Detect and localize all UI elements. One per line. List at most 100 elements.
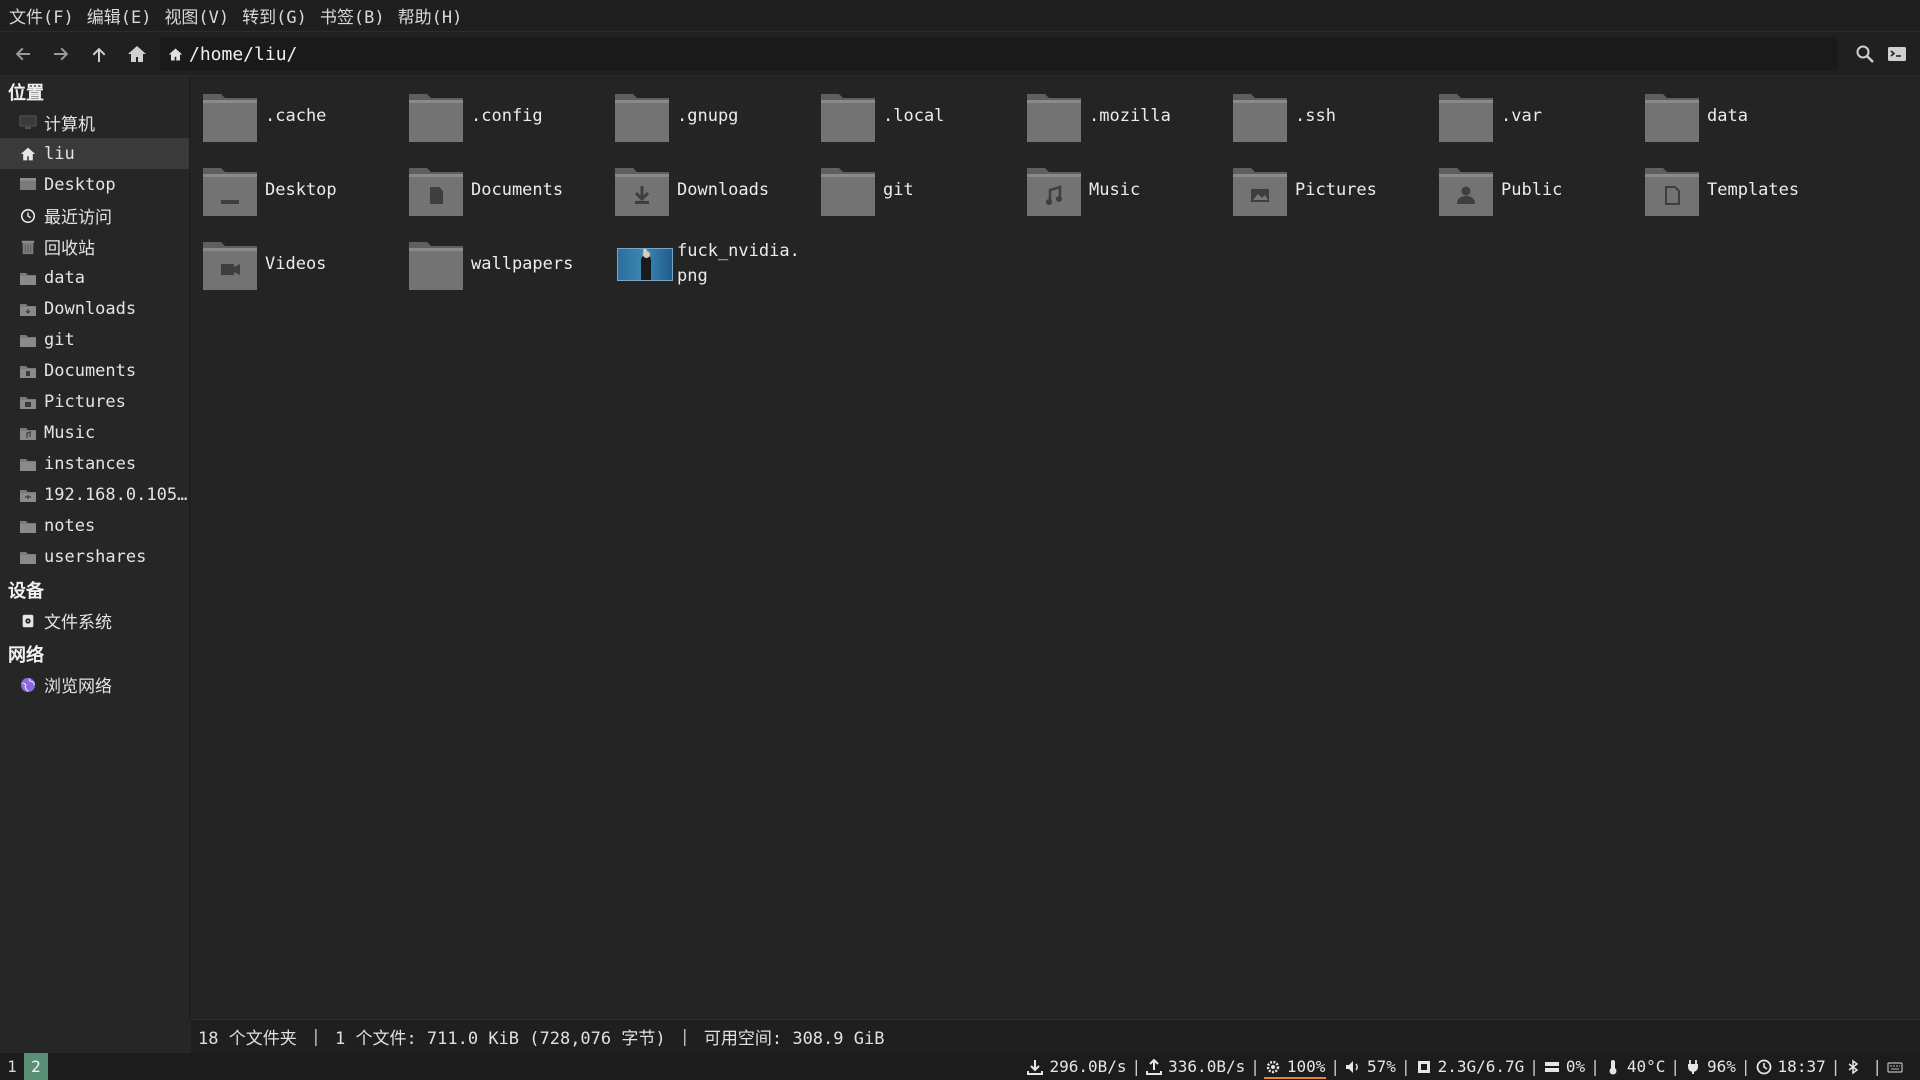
sidebar-item-pictures[interactable]: Pictures <box>0 386 189 417</box>
status-free-space: 可用空间: 308.9 GiB <box>703 1029 885 1049</box>
menu-item-5[interactable]: 帮助(H) <box>395 3 473 28</box>
folder-documents-icon <box>18 362 38 380</box>
folder-icon <box>18 517 38 535</box>
folder-item[interactable]: .local <box>809 83 1015 149</box>
folder-item[interactable]: Documents <box>397 157 603 223</box>
folder-item[interactable]: git <box>809 157 1015 223</box>
clock-icon <box>18 207 38 225</box>
workspace-1[interactable]: 1 <box>0 1053 24 1080</box>
panel-module-upload[interactable]: 336.0B/s <box>1143 1053 1248 1080</box>
panel-module-value: 0% <box>1565 1057 1586 1076</box>
panel-module-download[interactable]: 296.0B/s <box>1024 1053 1129 1080</box>
status-selection: 1 个文件: 711.0 KiB (728,076 字节) <box>334 1029 666 1049</box>
menu-item-0[interactable]: 文件(F) <box>6 3 84 28</box>
sidebar-item-data[interactable]: data <box>0 262 189 293</box>
folder-item[interactable]: .mozilla <box>1015 83 1221 149</box>
folder-item[interactable]: Public <box>1427 157 1633 223</box>
sidebar-item-desktop[interactable]: Desktop <box>0 169 189 200</box>
panel-module-memory[interactable]: 2.3G/6.7G <box>1413 1053 1528 1080</box>
folder-desktop-icon <box>201 162 259 218</box>
panel-module-volume[interactable]: 57% <box>1342 1053 1399 1080</box>
trash-icon <box>18 238 38 256</box>
folder-none-icon <box>613 88 671 144</box>
folder-picture-icon <box>1231 162 1289 218</box>
file-name: wallpapers <box>471 253 574 274</box>
folder-item[interactable]: .config <box>397 83 603 149</box>
location-path: /home/liu/ <box>189 43 298 65</box>
folder-icon <box>18 269 38 287</box>
sidebar-item-label: Pictures <box>44 391 126 412</box>
home-icon <box>18 145 38 163</box>
menu-item-3[interactable]: 转到(G) <box>239 3 317 28</box>
home-button[interactable] <box>118 36 156 72</box>
status-folder-count: 18 个文件夹 <box>198 1029 297 1049</box>
home-icon <box>168 48 183 60</box>
panel-module-clock[interactable]: 18:37 <box>1753 1053 1829 1080</box>
folder-item[interactable]: Downloads <box>603 157 809 223</box>
folder-item[interactable]: Templates <box>1633 157 1839 223</box>
panel-separator: | <box>1250 1057 1260 1076</box>
sidebar-item-usershares[interactable]: usershares <box>0 541 189 572</box>
panel-module-thermometer[interactable]: 40°C <box>1602 1053 1669 1080</box>
sidebar-item-label: 文件系统 <box>44 613 112 633</box>
folder-item[interactable]: wallpapers <box>397 231 603 297</box>
folder-item[interactable]: .gnupg <box>603 83 809 149</box>
sidebar-item--[interactable]: 浏览网络 <box>0 669 189 700</box>
sidebar-item-label: Downloads <box>44 298 137 319</box>
file-name: Desktop <box>265 179 337 200</box>
menu-item-2[interactable]: 视图(V) <box>161 3 239 28</box>
sidebar-item-git[interactable]: git <box>0 324 189 355</box>
folder-item[interactable]: Music <box>1015 157 1221 223</box>
sidebar-item-music[interactable]: Music <box>0 417 189 448</box>
panel-module-battery-plug[interactable]: 96% <box>1682 1053 1739 1080</box>
download-icon <box>1027 1059 1049 1075</box>
folder-none-icon <box>1025 88 1083 144</box>
panel-separator: | <box>1872 1057 1882 1076</box>
sidebar-item--[interactable]: 计算机 <box>0 107 189 138</box>
panel-module-bluetooth[interactable] <box>1842 1053 1870 1080</box>
sidebar-item-instances[interactable]: instances <box>0 448 189 479</box>
network-globe-icon <box>18 676 38 694</box>
panel-module-cpu-gear[interactable]: 100% <box>1262 1053 1329 1080</box>
sidebar-item-downloads[interactable]: Downloads <box>0 293 189 324</box>
sidebar-item-192-168-0-105-[interactable]: 192.168.0.105... <box>0 479 189 510</box>
folder-template-icon <box>1643 162 1701 218</box>
file-name: .gnupg <box>677 105 739 126</box>
panel-module-disk[interactable]: 0% <box>1541 1053 1588 1080</box>
panel-module-value: 100% <box>1286 1057 1326 1076</box>
folder-item[interactable]: data <box>1633 83 1839 149</box>
folder-music-icon <box>18 424 38 442</box>
location-bar[interactable]: /home/liu/ <box>160 37 1838 71</box>
up-button[interactable] <box>80 36 118 72</box>
panel-separator: | <box>1590 1057 1600 1076</box>
sidebar-item--[interactable]: 回收站 <box>0 231 189 262</box>
menu-item-4[interactable]: 书签(B) <box>317 3 395 28</box>
folder-item[interactable]: .var <box>1427 83 1633 149</box>
folder-item[interactable]: Pictures <box>1221 157 1427 223</box>
file-grid[interactable]: .cache .config .gnupg .local .mozilla .ssh .va… <box>191 77 1920 1019</box>
sidebar-item-liu[interactable]: liu <box>0 138 189 169</box>
sidebar-item--[interactable]: 文件系统 <box>0 605 189 636</box>
panel-module-value: 18:37 <box>1777 1057 1826 1076</box>
file-item[interactable]: fuck_nvidia.png <box>603 231 809 297</box>
terminal-button[interactable] <box>1878 36 1916 72</box>
menu-item-1[interactable]: 编辑(E) <box>84 3 162 28</box>
workspace-switcher: 12 <box>0 1053 48 1080</box>
folder-item[interactable]: .ssh <box>1221 83 1427 149</box>
folder-item[interactable]: Videos <box>191 231 397 297</box>
sidebar-item--[interactable]: 最近访问 <box>0 200 189 231</box>
upload-icon <box>1146 1058 1168 1075</box>
sidebar-devices: 文件系统 <box>0 605 189 636</box>
folder-none-icon <box>1437 88 1495 144</box>
sidebar-item-documents[interactable]: Documents <box>0 355 189 386</box>
panel-module-keyboard[interactable] <box>1884 1053 1912 1080</box>
folder-item[interactable]: .cache <box>191 83 397 149</box>
workspace-2[interactable]: 2 <box>24 1053 48 1080</box>
sidebar-item-notes[interactable]: notes <box>0 510 189 541</box>
sidebar-places: 计算机 liu Desktop 最近访问 回收站 data Downloads git Docu… <box>0 107 189 572</box>
back-button[interactable] <box>4 36 42 72</box>
disk-icon <box>1544 1059 1566 1075</box>
panel-separator: | <box>1400 1057 1411 1076</box>
forward-button[interactable] <box>42 36 80 72</box>
folder-item[interactable]: Desktop <box>191 157 397 223</box>
